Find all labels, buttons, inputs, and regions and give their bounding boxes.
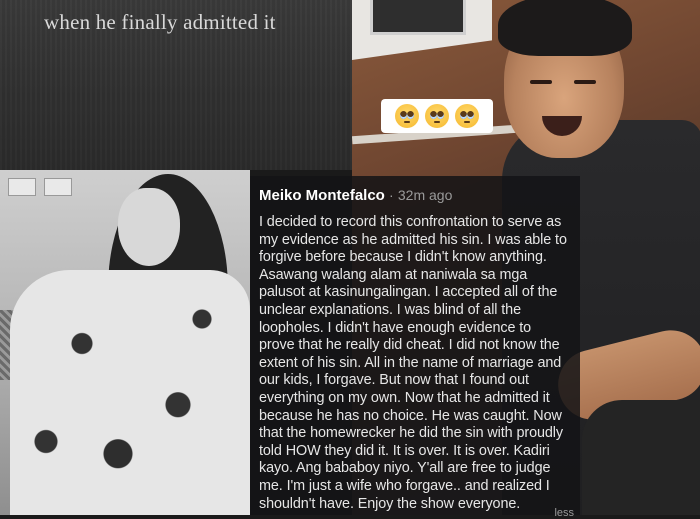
closed-eye [574, 80, 596, 84]
caption-panel: when he finally admitted it [0, 0, 352, 170]
comment-text: I decided to record this confrontation t… [259, 214, 567, 512]
man-leg [582, 400, 700, 515]
see-less-link[interactable]: less [554, 507, 574, 519]
comment-card: Meiko Montefalco · 32m ago I decided to … [250, 176, 580, 519]
meta-separator: · [389, 187, 394, 203]
comment-body: I decided to record this confrontation t… [259, 214, 570, 513]
emoji-reaction-sticker [381, 99, 493, 133]
man-hair [498, 0, 632, 56]
pleading-face-icon [395, 104, 419, 128]
woman-face [118, 188, 180, 266]
smiling-woman-photo [0, 170, 250, 515]
wall-switch [44, 178, 72, 196]
pleading-face-icon [455, 104, 479, 128]
pleading-face-icon [425, 104, 449, 128]
comment-timestamp: 32m ago [397, 187, 453, 203]
floral-robe [10, 270, 250, 515]
meme-caption: when he finally admitted it [44, 10, 276, 34]
wall-switch [8, 178, 36, 196]
commenter-name[interactable]: Meiko Montefalco [259, 187, 385, 204]
closed-eye [530, 80, 552, 84]
ceiling-lamp [370, 0, 466, 35]
comment-header: Meiko Montefalco · 32m ago [259, 185, 570, 206]
